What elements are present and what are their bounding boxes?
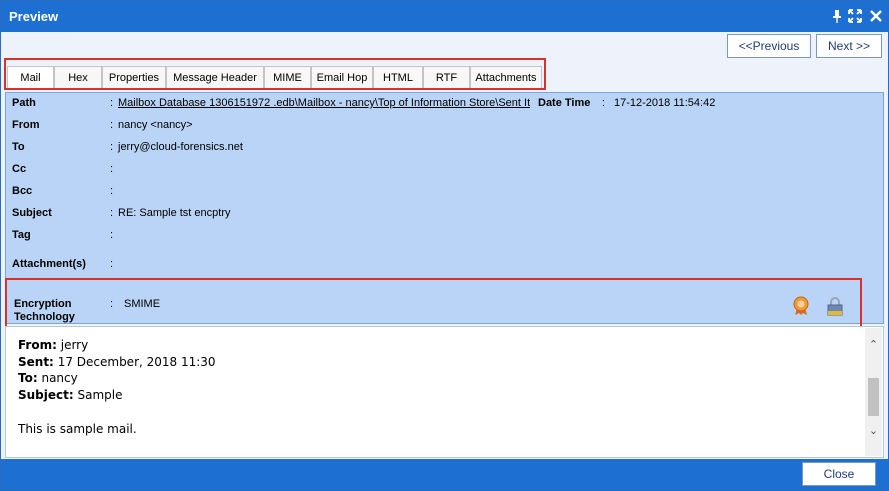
- tab-message-header[interactable]: Message Header: [166, 66, 264, 88]
- body-subject-label: Subject:: [18, 387, 74, 402]
- cc-sep: :: [110, 163, 114, 175]
- certificate-icon[interactable]: [792, 296, 810, 316]
- footer-bar: [1, 459, 888, 490]
- scroll-up-icon[interactable]: ⌃: [868, 340, 879, 351]
- encryption-label-line2: Technology: [14, 311, 75, 323]
- datetime-label: Date Time: [538, 97, 591, 109]
- path-sep: :: [110, 97, 114, 109]
- to-label: To: [12, 141, 25, 153]
- bcc-label: Bcc: [12, 185, 33, 197]
- tag-sep: :: [110, 229, 114, 241]
- body-sent-value: 17 December, 2018 11:30: [57, 354, 216, 369]
- scroll-thumb[interactable]: [868, 378, 879, 416]
- attachments-label: Attachment(s): [12, 258, 86, 270]
- mail-header-panel: Path : Mailbox Database 1306151972 .edb\…: [5, 92, 884, 324]
- body-to-label: To:: [18, 371, 38, 385]
- datetime-sep: :: [602, 97, 606, 109]
- close-button[interactable]: Close: [802, 462, 876, 486]
- tab-html[interactable]: HTML: [373, 66, 423, 88]
- title-bar: Preview: [1, 1, 888, 32]
- previous-button[interactable]: <<Previous: [727, 34, 811, 58]
- tab-mime[interactable]: MIME: [264, 66, 311, 88]
- body-to-value: nancy: [41, 371, 78, 385]
- message-body-pane[interactable]: From: jerry Sent: 17 December, 2018 11:3…: [5, 326, 884, 458]
- subject-value: RE: Sample tst encptry: [118, 207, 231, 219]
- from-value: nancy <nancy>: [118, 119, 193, 131]
- path-label: Path: [12, 97, 36, 109]
- from-sep: :: [110, 119, 114, 131]
- encryption-value: SMIME: [124, 298, 161, 310]
- message-body: From: jerry Sent: 17 December, 2018 11:3…: [18, 337, 216, 438]
- encryption-label-line1: Encryption: [14, 298, 72, 310]
- bcc-sep: :: [110, 185, 114, 197]
- cc-label: Cc: [12, 163, 27, 175]
- body-subject-value: Sample: [77, 387, 123, 402]
- close-icon[interactable]: [868, 8, 884, 24]
- tab-properties[interactable]: Properties: [102, 66, 166, 88]
- subject-sep: :: [110, 207, 114, 219]
- encryption-sep: :: [110, 298, 114, 310]
- next-button[interactable]: Next >>: [816, 34, 882, 58]
- datetime-value: 17-12-2018 11:54:42: [614, 97, 716, 109]
- tab-mail[interactable]: Mail: [7, 66, 54, 88]
- tab-email-hop[interactable]: Email Hop: [311, 66, 373, 88]
- body-from-label: From:: [18, 338, 57, 352]
- from-label: From: [12, 119, 40, 131]
- tab-hex[interactable]: Hex: [54, 66, 102, 88]
- body-sent-label: Sent:: [18, 354, 54, 369]
- subject-label: Subject: [12, 207, 52, 219]
- tab-attachments[interactable]: Attachments: [470, 66, 542, 88]
- scroll-down-icon[interactable]: ⌄: [868, 426, 879, 437]
- body-from-value: jerry: [60, 338, 89, 352]
- body-message: This is sample mail.: [18, 422, 137, 436]
- attachments-sep: :: [110, 258, 114, 270]
- pin-icon[interactable]: [829, 8, 845, 24]
- window-title: Preview: [9, 9, 59, 24]
- tab-strip: Mail Hex Properties Message Header MIME …: [4, 63, 544, 89]
- maximize-icon[interactable]: [847, 8, 863, 24]
- to-sep: :: [110, 141, 114, 153]
- to-value: jerry@cloud-forensics.net: [118, 141, 243, 153]
- preview-window: Preview <<Previous Next >> Mail Hex Prop…: [0, 0, 889, 491]
- lock-icon[interactable]: [826, 296, 844, 316]
- tag-label: Tag: [12, 229, 31, 241]
- tab-rtf[interactable]: RTF: [423, 66, 470, 88]
- path-link[interactable]: Mailbox Database 1306151972 .edb\Mailbox…: [118, 97, 530, 109]
- vertical-scrollbar[interactable]: ⌃ ⌄: [865, 328, 882, 456]
